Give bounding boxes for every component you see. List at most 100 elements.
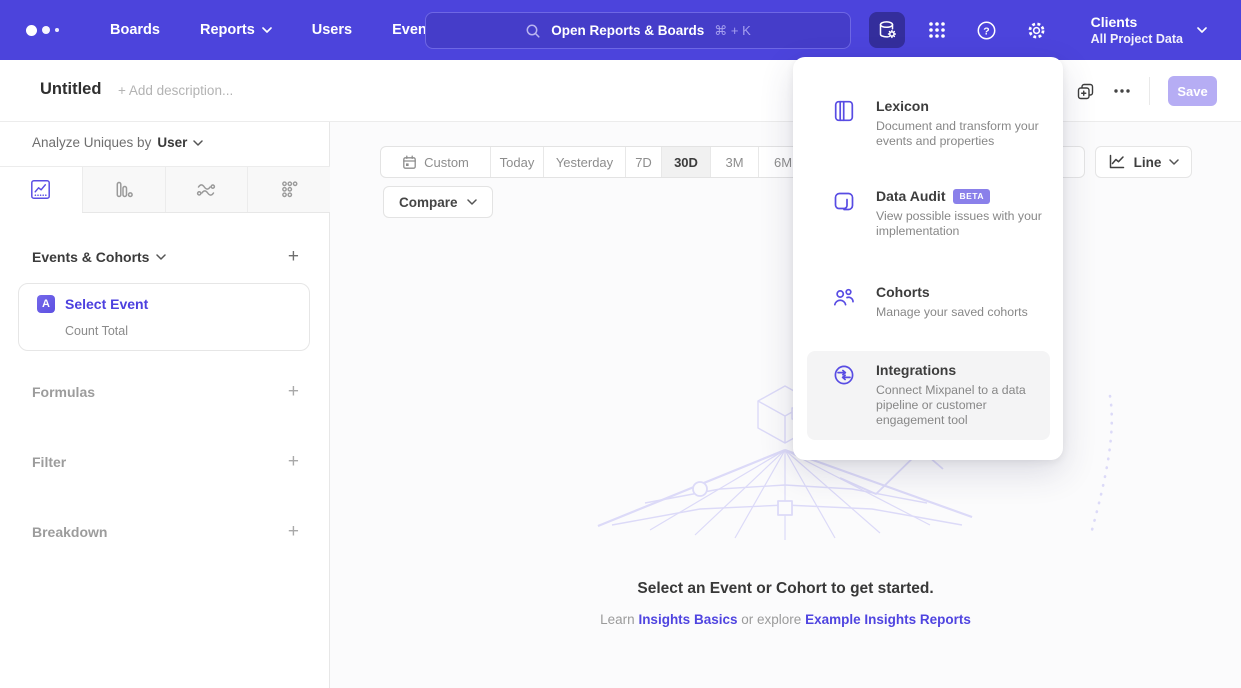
insights-basics-link[interactable]: Insights Basics	[638, 612, 737, 627]
select-event-button[interactable]: Select Event	[65, 296, 148, 312]
menu-item-lexicon[interactable]: Lexicon Document and transform your even…	[807, 87, 1050, 160]
line-chart-icon	[30, 179, 51, 200]
tab-bar-chart[interactable]	[83, 167, 166, 212]
tab-metric-chart[interactable]	[248, 167, 330, 212]
search-placeholder: Open Reports & Boards	[551, 23, 704, 38]
filter-section: Filter +	[32, 452, 299, 471]
menu-item-title: Data Audit	[876, 188, 945, 204]
chevron-down-icon	[193, 140, 203, 146]
date-range-3m[interactable]: 3M	[711, 147, 759, 177]
ellipsis-icon	[1113, 88, 1131, 94]
chevron-down-icon	[467, 199, 477, 205]
description-field[interactable]: + Add description...	[118, 83, 233, 98]
date-range-7d[interactable]: 7D	[626, 147, 662, 177]
flow-lines-icon	[195, 179, 217, 201]
help-button[interactable]: ?	[969, 12, 1005, 48]
integrations-sync-icon	[832, 363, 856, 387]
nav-item-users[interactable]: Users	[312, 22, 352, 38]
cohorts-people-icon	[832, 285, 856, 309]
date-range-control: Custom Today Yesterday 7D 30D 3M 6M	[380, 146, 808, 178]
add-formula-button[interactable]: +	[288, 382, 299, 401]
formulas-section: Formulas +	[32, 382, 299, 401]
breakdown-label: Breakdown	[32, 524, 107, 540]
date-range-label: Custom	[424, 155, 469, 170]
empty-middle: or explore	[741, 612, 801, 627]
analyze-value: User	[157, 135, 187, 150]
chevron-down-icon	[1169, 159, 1179, 165]
query-sidebar: Analyze Uniques by User	[0, 122, 330, 688]
data-audit-icon	[832, 189, 856, 213]
save-button[interactable]: Save	[1168, 76, 1217, 106]
grid-dots-icon	[927, 20, 947, 40]
date-range-label: 30D	[674, 155, 698, 170]
svg-text:?: ?	[983, 25, 989, 37]
report-title[interactable]: Untitled	[40, 80, 101, 99]
nav-item-reports[interactable]: Reports	[200, 22, 272, 38]
add-event-button[interactable]: +	[288, 247, 299, 266]
search-shortcut: ⌘ + K	[714, 23, 751, 39]
events-cohorts-label: Events & Cohorts	[32, 249, 149, 265]
lexicon-book-icon	[832, 99, 856, 123]
nav-item-label: Users	[312, 22, 352, 38]
date-range-custom[interactable]: Custom	[381, 147, 491, 177]
chevron-down-icon	[1197, 27, 1207, 33]
project-value: All Project Data	[1091, 32, 1183, 46]
menu-item-title: Cohorts	[876, 284, 930, 300]
nav-item-boards[interactable]: Boards	[110, 22, 160, 38]
chevron-down-icon	[262, 27, 272, 33]
question-icon: ?	[976, 20, 997, 41]
menu-item-integrations[interactable]: Integrations Connect Mixpanel to a data …	[807, 351, 1050, 440]
empty-prefix: Learn	[600, 612, 635, 627]
top-nav: Boards Reports Users Events Open Reports…	[0, 0, 1241, 60]
empty-state-title: Select an Event or Cohort to get started…	[330, 580, 1241, 598]
nav-item-label: Reports	[200, 22, 255, 38]
duplicate-button[interactable]	[1076, 82, 1095, 101]
global-search-input[interactable]: Open Reports & Boards ⌘ + K	[425, 12, 851, 49]
menu-item-description: Document and transform your events and p…	[876, 119, 1046, 149]
menu-item-title: Integrations	[876, 362, 956, 378]
add-filter-button[interactable]: +	[288, 452, 299, 471]
add-breakdown-button[interactable]: +	[288, 522, 299, 541]
date-range-30d-selected[interactable]: 30D	[662, 147, 711, 177]
project-selector[interactable]: Clients All Project Data	[1091, 14, 1227, 46]
menu-item-description: Manage your saved cohorts	[876, 305, 1046, 320]
menu-item-data-audit[interactable]: Data Audit BETA View possible issues wit…	[807, 177, 1050, 250]
date-range-yesterday[interactable]: Yesterday	[544, 147, 626, 177]
data-management-button[interactable]	[869, 12, 905, 48]
beta-badge: BETA	[953, 189, 990, 204]
tab-stacked-chart[interactable]	[166, 167, 249, 212]
compare-label: Compare	[399, 195, 458, 210]
mixpanel-logo[interactable]	[26, 25, 70, 36]
analyze-label: Analyze Uniques by	[32, 135, 151, 150]
formulas-label: Formulas	[32, 384, 95, 400]
data-management-menu: Lexicon Document and transform your even…	[793, 57, 1063, 460]
analyze-value-dropdown[interactable]: User	[157, 135, 203, 150]
events-cohorts-header[interactable]: Events & Cohorts	[32, 249, 166, 265]
bar-chart-icon	[113, 179, 134, 200]
settings-button[interactable]	[1019, 12, 1055, 48]
nav-item-label: Boards	[110, 22, 160, 38]
date-range-label: Yesterday	[556, 155, 613, 170]
menu-item-description: Connect Mixpanel to a data pipeline or c…	[876, 383, 1046, 429]
database-gear-icon	[876, 19, 898, 41]
compare-dropdown[interactable]: Compare	[383, 186, 493, 218]
copy-plus-icon	[1076, 82, 1095, 101]
menu-item-cohorts[interactable]: Cohorts Manage your saved cohorts	[807, 273, 1050, 331]
chart-style-dropdown[interactable]: Line	[1095, 146, 1192, 178]
tab-insights-line[interactable]	[0, 167, 83, 212]
chart-area: Custom Today Yesterday 7D 30D 3M 6M Comp…	[330, 122, 1241, 688]
date-range-label: 3M	[725, 155, 743, 170]
count-total-dropdown[interactable]: Count Total	[65, 324, 128, 338]
dots-metric-icon	[279, 179, 300, 200]
filter-label: Filter	[32, 454, 66, 470]
example-reports-link[interactable]: Example Insights Reports	[805, 612, 971, 627]
date-range-label: 7D	[635, 155, 652, 170]
calendar-icon	[402, 155, 417, 170]
apps-grid-button[interactable]	[919, 12, 955, 48]
chart-style-label: Line	[1134, 155, 1162, 170]
more-options-button[interactable]	[1113, 88, 1131, 94]
breakdown-section: Breakdown +	[32, 522, 299, 541]
date-range-today[interactable]: Today	[491, 147, 544, 177]
menu-item-title: Lexicon	[876, 98, 929, 114]
event-card[interactable]: A Select Event Count Total	[18, 283, 310, 351]
